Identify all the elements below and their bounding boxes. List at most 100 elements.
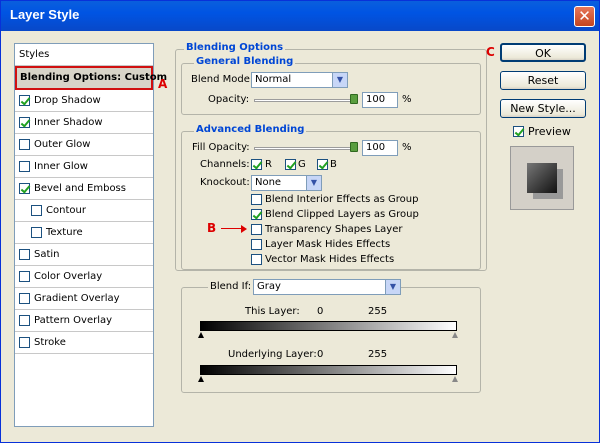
this-layer-label: This Layer: (245, 306, 300, 317)
reset-button[interactable]: Reset (500, 71, 586, 90)
style-preview-box (510, 146, 574, 210)
annotation-b: B (207, 221, 217, 235)
style-item-label: Inner Glow (34, 161, 88, 172)
preview-label: Preview (528, 125, 571, 138)
style-item-outer-glow[interactable]: Outer Glow (15, 134, 153, 156)
chevron-down-icon: ▼ (332, 73, 347, 87)
style-item-stroke[interactable]: Stroke (15, 332, 153, 354)
transparency-shapes-layer-checkbox[interactable] (251, 224, 262, 235)
blend-interior-effects-as-group-label: Blend Interior Effects as Group (265, 194, 419, 205)
blend-clipped-layers-as-group-checkbox[interactable] (251, 209, 262, 220)
styles-panel: Styles Blending Options: Custom Drop Sha… (14, 43, 167, 427)
layer-style-dialog: Layer Style ✕ Styles Blending Options: C… (0, 0, 600, 443)
underlying-layer-min: 0 (317, 349, 324, 360)
channel-r-checkbox[interactable] (251, 159, 262, 170)
style-item-gradient-overlay[interactable]: Gradient Overlay (15, 288, 153, 310)
layer-mask-hides-effects-label: Layer Mask Hides Effects (265, 239, 391, 250)
style-item-bevel-and-emboss[interactable]: Bevel and Emboss (15, 178, 153, 200)
close-icon: ✕ (578, 7, 591, 25)
underlying-layer-white-slider[interactable] (452, 376, 458, 382)
style-item-contour[interactable]: Contour (15, 200, 153, 222)
style-item-label: Color Overlay (34, 271, 103, 282)
style-item-label: Inner Shadow (34, 117, 103, 128)
opacity-unit: % (402, 94, 412, 105)
opacity-label: Opacity: (208, 94, 250, 105)
blending-options-title: Blending Options (184, 42, 286, 53)
style-item-checkbox[interactable] (19, 95, 30, 106)
fill-opacity-unit: % (402, 142, 412, 153)
style-item-checkbox[interactable] (19, 337, 30, 348)
style-item-checkbox[interactable] (19, 271, 30, 282)
chevron-down-icon: ▼ (306, 176, 321, 190)
transparency-shapes-layer-label: Transparency Shapes Layer (265, 224, 403, 235)
styles-header: Styles (15, 44, 153, 66)
ok-button[interactable]: OK (500, 43, 586, 62)
style-item-drop-shadow[interactable]: Drop Shadow (15, 90, 153, 112)
underlying-layer-black-slider[interactable] (198, 376, 204, 382)
style-item-inner-glow[interactable]: Inner Glow (15, 156, 153, 178)
blend-mode-label: Blend Mode: (191, 74, 254, 85)
style-item-label: Satin (34, 249, 60, 260)
fill-opacity-label: Fill Opacity: (192, 142, 250, 153)
style-item-label: Drop Shadow (34, 95, 101, 106)
channel-b-checkbox[interactable] (317, 159, 328, 170)
style-item-label: Bevel and Emboss (34, 183, 126, 194)
fill-opacity-input[interactable]: 100 (362, 140, 398, 156)
blend-clipped-layers-as-group-label: Blend Clipped Layers as Group (265, 209, 419, 220)
channel-g-label: G (298, 159, 306, 170)
this-layer-black-slider[interactable] (198, 332, 204, 338)
opacity-slider[interactable] (254, 99, 356, 102)
style-item-checkbox[interactable] (19, 139, 30, 150)
layer-mask-hides-effects-checkbox[interactable] (251, 239, 262, 250)
this-layer-white-slider[interactable] (452, 332, 458, 338)
opacity-slider-thumb[interactable] (350, 94, 358, 104)
style-item-label: Pattern Overlay (34, 315, 113, 326)
style-item-texture[interactable]: Texture (15, 222, 153, 244)
opacity-input[interactable]: 100 (362, 92, 398, 108)
underlying-layer-max: 255 (368, 349, 388, 360)
style-item-checkbox[interactable] (31, 227, 42, 238)
this-layer-min: 0 (317, 306, 324, 317)
style-item-checkbox[interactable] (19, 293, 30, 304)
style-item-checkbox[interactable] (19, 183, 30, 194)
style-item-checkbox[interactable] (19, 117, 30, 128)
blend-interior-effects-as-group-checkbox[interactable] (251, 194, 262, 205)
style-item-color-overlay[interactable]: Color Overlay (15, 266, 153, 288)
advanced-blending-title: Advanced Blending (194, 124, 307, 135)
chevron-down-icon: ▼ (385, 280, 400, 294)
underlying-layer-gradient[interactable] (200, 365, 457, 375)
fill-opacity-slider[interactable] (254, 147, 356, 150)
window-title: Layer Style (10, 7, 80, 22)
style-item-pattern-overlay[interactable]: Pattern Overlay (15, 310, 153, 332)
close-button[interactable]: ✕ (574, 6, 595, 27)
style-item-label: Gradient Overlay (34, 293, 120, 304)
knockout-select[interactable]: None ▼ (251, 175, 322, 191)
underlying-layer-label: Underlying Layer: (228, 349, 317, 360)
knockout-label: Knockout: (200, 177, 250, 188)
vector-mask-hides-effects-label: Vector Mask Hides Effects (265, 254, 395, 265)
blend-mode-select[interactable]: Normal ▼ (251, 72, 348, 88)
style-item-checkbox[interactable] (19, 249, 30, 260)
style-item-checkbox[interactable] (19, 315, 30, 326)
style-item-label: Contour (46, 205, 86, 216)
this-layer-gradient[interactable] (200, 321, 457, 331)
annotation-a: A (158, 77, 168, 91)
channel-g-checkbox[interactable] (285, 159, 296, 170)
preview-checkbox[interactable] (513, 126, 524, 137)
preview-swatch (527, 163, 557, 193)
style-item-satin[interactable]: Satin (15, 244, 153, 266)
style-item-checkbox[interactable] (19, 161, 30, 172)
vector-mask-hides-effects-checkbox[interactable] (251, 254, 262, 265)
fill-opacity-slider-thumb[interactable] (350, 142, 358, 152)
style-item-blending-options[interactable]: Blending Options: Custom (15, 66, 167, 90)
new-style-button[interactable]: New Style... (500, 99, 586, 118)
style-item-label: Texture (46, 227, 83, 238)
style-item-checkbox[interactable] (31, 205, 42, 216)
blend-if-group (181, 287, 481, 393)
style-item-inner-shadow[interactable]: Inner Shadow (15, 112, 153, 134)
channels-label: Channels: (200, 159, 250, 170)
blend-if-select[interactable]: Gray ▼ (253, 279, 401, 295)
blend-if-label: Blend If: (208, 281, 254, 292)
title-bar: Layer Style ✕ (1, 1, 599, 31)
channel-b-label: B (330, 159, 337, 170)
